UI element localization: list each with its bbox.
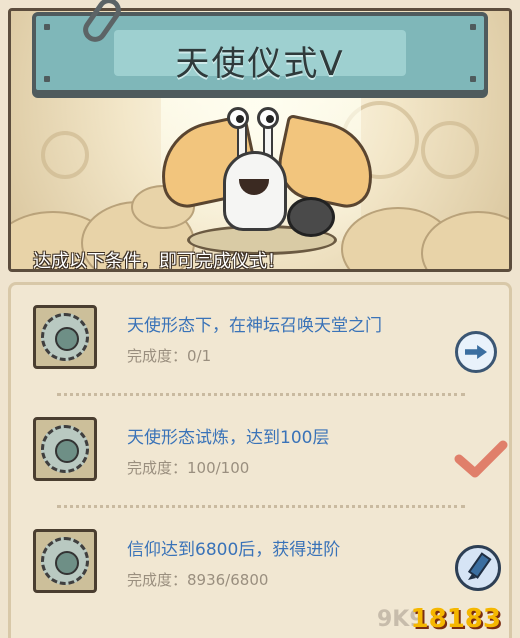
gear-icon: [33, 529, 97, 593]
quest-row: 天使形态试炼，达到100层 完成度：100/100: [21, 413, 508, 515]
watermark-logo: 18183: [410, 604, 501, 634]
quest-progress: 完成度：100/100: [127, 459, 250, 477]
quest-progress: 完成度：0/1: [127, 347, 212, 365]
divider: [57, 505, 465, 508]
decor-swirl: [41, 131, 89, 179]
quest-progress: 完成度：8936/6800: [127, 571, 269, 589]
quest-title: 天使形态下，在神坛召唤天堂之门: [127, 316, 382, 336]
quest-title: 信仰达到6800后，获得进阶: [127, 540, 341, 560]
ritual-title: 天使仪式Ⅴ: [175, 44, 345, 84]
snail-shell: [287, 197, 335, 237]
eye-left: [227, 107, 249, 129]
go-button[interactable]: [455, 331, 497, 373]
quest-list: 天使形态下，在神坛召唤天堂之门 完成度：0/1 天使形态试炼，达到100层 完成…: [8, 282, 512, 638]
gear-icon: [33, 417, 97, 481]
arrow-right-icon: [465, 345, 487, 359]
claim-button[interactable]: [455, 545, 501, 591]
eye-right: [257, 107, 279, 129]
pencil-icon: [467, 552, 492, 580]
bolt: [44, 24, 50, 30]
quest-row: 天使形态下，在神坛召唤天堂之门 完成度：0/1: [21, 301, 505, 403]
bolt: [470, 24, 476, 30]
quest-title: 天使形态试炼，达到100层: [127, 428, 330, 448]
divider: [57, 393, 465, 396]
gear-icon: [33, 305, 97, 369]
decor-swirl: [421, 121, 479, 179]
checkmark-icon: [454, 440, 508, 478]
ritual-caption: 达成以下条件，即可完成仪式！: [33, 251, 285, 272]
